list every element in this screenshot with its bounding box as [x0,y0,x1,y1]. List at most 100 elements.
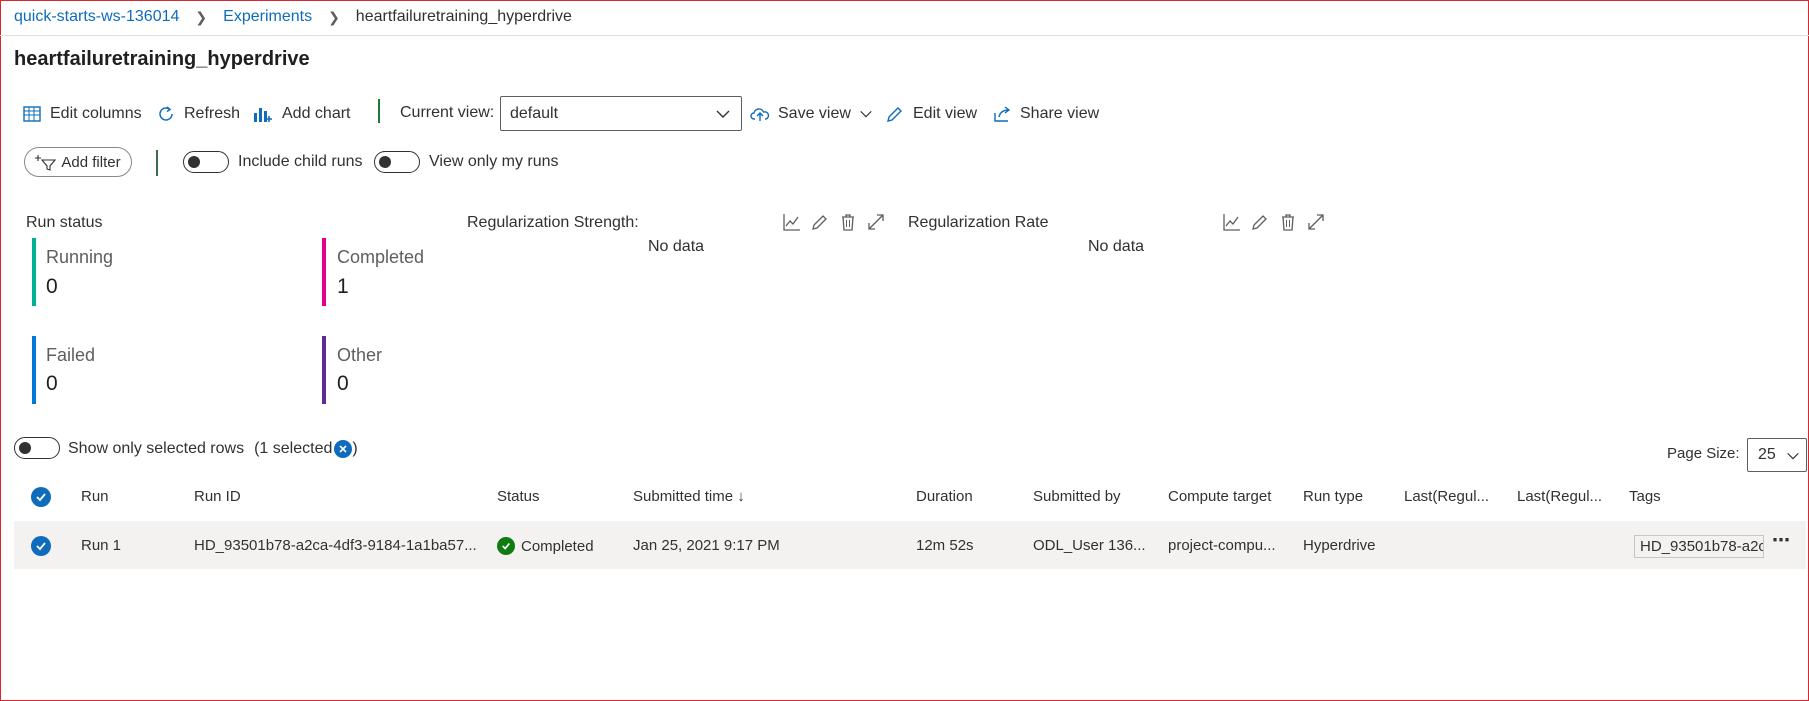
include-child-runs-label: Include child runs [238,153,363,170]
submitted-time-cell: Jan 25, 2021 9:17 PM [633,537,780,554]
page-size-value: 25 [1758,446,1776,463]
run-name-link[interactable]: Run 1 [81,537,121,554]
trash-icon[interactable] [838,212,858,232]
add-chart-icon [254,108,272,122]
chevron-right-icon: ❯ [328,8,340,25]
column-header-compute-target[interactable]: Compute target [1168,488,1271,505]
completed-count: 1 [337,275,349,298]
refresh-icon [159,106,173,121]
page-size-select[interactable]: 25 [1747,438,1807,472]
current-view-label: Current view: [400,104,495,121]
selected-count: (1 selected [254,440,333,457]
share-view-label: Share view [1020,105,1100,122]
chart-empty-message: No data [648,238,705,255]
chevron-down-icon [860,110,872,118]
header-divider [0,35,1809,36]
current-view-select[interactable]: default [500,96,742,131]
view-only-my-runs-label: View only my runs [429,153,559,170]
share-view-button[interactable]: Share view [992,104,1099,124]
breadcrumb-workspace[interactable]: quick-starts-ws-136014 [14,8,179,26]
failed-count: 0 [46,372,58,395]
add-chart-button[interactable]: Add chart [252,104,350,124]
checkmark-icon [36,542,46,551]
clear-selection-icon[interactable] [334,440,353,458]
page-size-label: Page Size: [1667,445,1740,462]
show-selected-rows-label: Show only selected rows [68,440,245,457]
chart-title-regularization-rate: Regularization Rate [908,214,1049,231]
run-status-text: Completed [521,537,594,555]
save-view-button[interactable]: Save view [750,104,873,124]
breadcrumb-experiments[interactable]: Experiments [223,8,312,26]
column-header-run-type[interactable]: Run type [1303,488,1363,505]
trash-icon[interactable] [1278,212,1298,232]
add-chart-label: Add chart [282,105,351,122]
filter-add-icon [35,155,57,171]
tag-chip[interactable]: HD_93501b78-a2c [1634,535,1764,558]
run-status-title: Run status [26,214,103,231]
failed-label: Failed [46,345,96,365]
breadcrumb-current: heartfailuretraining_hyperdrive [355,8,572,25]
add-filter-label: Add filter [61,153,121,171]
column-header-last-regularization-rate[interactable]: Last(Regul... [1517,488,1602,505]
chevron-down-icon [716,110,730,118]
duration-cell: 12m 52s [916,537,974,554]
current-view-value: default [510,104,559,122]
run-id-link[interactable]: HD_93501b78-a2ca-4df3-9184-1a1ba57... [194,537,477,554]
row-checkbox[interactable] [31,536,51,556]
toolbar-divider [378,99,380,123]
column-header-run-id[interactable]: Run ID [194,488,241,505]
edit-columns-button[interactable]: Edit columns [22,104,142,124]
add-filter-button[interactable]: Add filter [24,147,132,177]
selected-count-close: ) [352,440,358,457]
line-chart-icon[interactable] [782,212,802,232]
edit-view-label: Edit view [913,105,978,122]
more-options-icon[interactable]: ⋯ [1772,530,1790,551]
chart-actions [1222,212,1326,232]
view-only-my-runs-toggle[interactable] [374,151,420,173]
failed-color-bar [32,336,36,404]
column-header-submitted-by[interactable]: Submitted by [1033,488,1121,505]
pencil-icon[interactable] [810,212,830,232]
filter-divider [156,150,158,176]
running-count: 0 [46,275,58,298]
run-type-cell: Hyperdrive [1303,537,1376,554]
edit-columns-label: Edit columns [50,105,142,122]
pencil-icon[interactable] [1250,212,1270,232]
running-label: Running [46,247,114,267]
pencil-icon [887,107,902,122]
line-chart-icon[interactable] [1222,212,1242,232]
expand-icon[interactable] [866,212,886,232]
expand-icon[interactable] [1306,212,1326,232]
select-all-checkbox[interactable] [31,487,51,507]
edit-view-button[interactable]: Edit view [885,104,977,124]
share-icon [994,106,1011,122]
column-header-submitted-time[interactable]: Submitted time ↓ [633,488,745,505]
column-header-status[interactable]: Status [497,488,540,505]
selection-summary: Show only selected rows (1 selected ) [68,440,358,458]
success-check-icon [497,537,515,555]
column-header-last-regularization-strength[interactable]: Last(Regul... [1404,488,1489,505]
show-selected-rows-toggle[interactable] [14,437,60,459]
chart-actions [782,212,886,232]
run-status-cell: Completed [497,537,594,555]
table-icon [23,106,41,122]
checkmark-icon [36,493,46,502]
other-color-bar [322,336,326,404]
refresh-button[interactable]: Refresh [156,104,240,124]
cloud-upload-icon [750,108,770,121]
breadcrumb: quick-starts-ws-136014 ❯ Experiments ❯ h… [14,6,572,28]
chevron-right-icon: ❯ [195,8,208,25]
chart-title-regularization-strength: Regularization Strength: [467,214,639,231]
column-header-duration[interactable]: Duration [916,488,973,505]
other-label: Other [337,345,383,365]
running-color-bar [32,238,36,306]
chevron-down-icon [1787,452,1799,460]
refresh-label: Refresh [184,105,241,122]
page-title: heartfailuretraining_hyperdrive [14,48,310,70]
column-header-tags[interactable]: Tags [1629,488,1661,505]
include-child-runs-toggle[interactable] [183,151,229,173]
compute-target-link[interactable]: project-compu... [1168,537,1276,554]
chart-empty-message: No data [1088,238,1145,255]
column-header-run[interactable]: Run [81,488,109,505]
completed-label: Completed [337,247,425,267]
